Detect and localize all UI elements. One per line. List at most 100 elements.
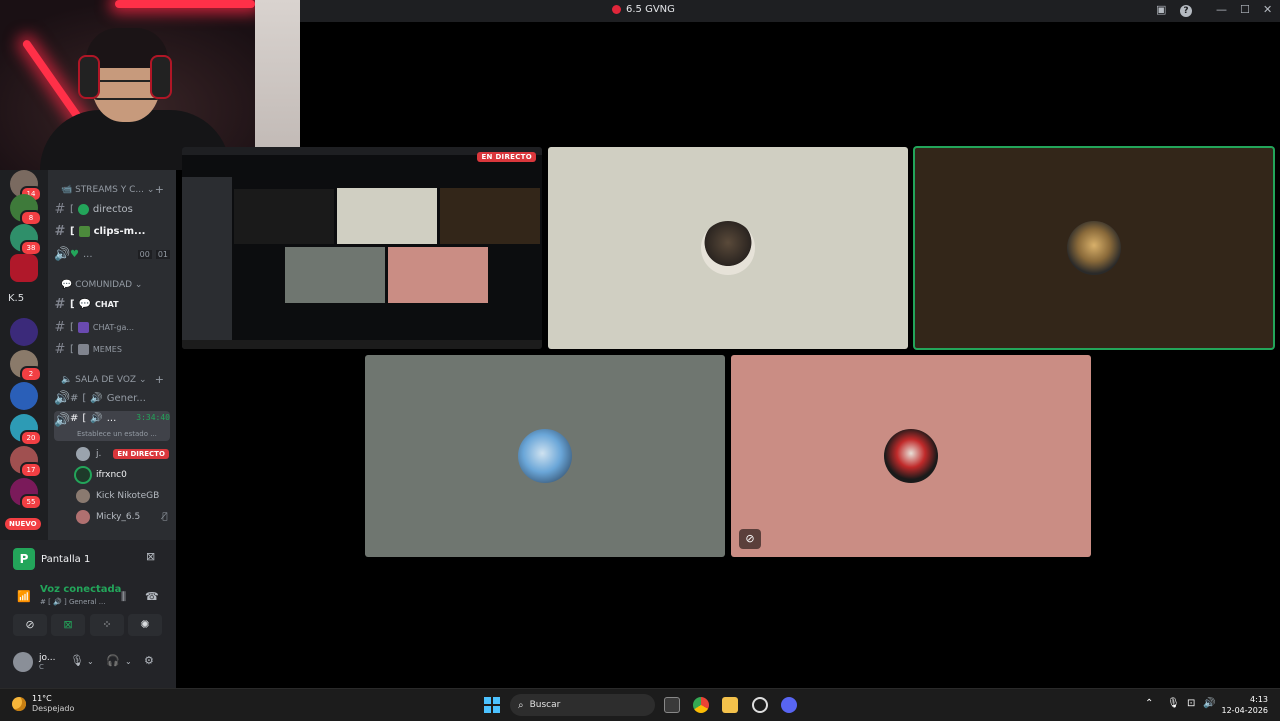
server-icon[interactable] xyxy=(10,318,38,346)
server-icon[interactable] xyxy=(10,382,38,410)
bracket-icon: [ xyxy=(70,298,75,310)
microphone-icon[interactable]: 🎙 xyxy=(70,654,84,667)
server-icon[interactable] xyxy=(10,254,38,282)
server-icon[interactable]: 38 xyxy=(10,224,42,256)
channel-label: directos xyxy=(92,203,133,215)
image-icon xyxy=(78,225,90,237)
search-icon: ⌕ xyxy=(518,699,524,711)
soundboard-button[interactable]: ✺ xyxy=(128,614,162,636)
activities-button[interactable]: ⁘ xyxy=(90,614,124,636)
channel-clips[interactable]: # [ clips-m... xyxy=(54,221,170,241)
voice-user[interactable]: j. EN DIRECTO xyxy=(76,445,169,463)
noise-suppression-icon[interactable]: ⫼ xyxy=(121,590,126,604)
heart-icon: ♥ xyxy=(70,248,79,260)
channel-chat-ga[interactable]: # [ CHAT-ga... xyxy=(54,317,170,337)
disconnect-icon[interactable]: ☎ xyxy=(145,590,159,603)
network-icon[interactable]: ⊡ xyxy=(1187,698,1195,709)
user-status: C xyxy=(39,663,44,671)
clock[interactable]: 4:13 12-04-2026 xyxy=(1222,694,1269,716)
inbox-icon[interactable]: ▣ xyxy=(1156,3,1166,16)
voice-timer: 3:34:40 xyxy=(136,413,170,422)
channel-memes[interactable]: # [ MEMES xyxy=(54,339,170,359)
server-icon[interactable]: 17 xyxy=(10,446,42,478)
avatar xyxy=(1067,221,1121,275)
channel-label: Gener... xyxy=(106,392,146,404)
muted-icon: ⊘ xyxy=(739,529,761,549)
microphone-icon[interactable]: 🎙 xyxy=(1167,698,1180,709)
video-tile[interactable] xyxy=(548,147,908,349)
stream-preview-sidebar xyxy=(182,177,232,349)
screen-share-button[interactable]: ⊠ xyxy=(51,614,85,636)
chevron-down-icon[interactable]: ⌄ xyxy=(125,657,132,666)
chevron-up-icon[interactable]: ⌃ xyxy=(1145,698,1153,709)
voice-channel[interactable]: # [ 🔊 ] General ... xyxy=(40,598,105,606)
user-count: 00 xyxy=(137,249,152,259)
taskbar: 11°C Despejado ⌕ Buscar ⌃ 🎙 ⊡ 🔊 4:13 12-… xyxy=(0,688,1280,721)
category-sala-de-voz[interactable]: 🔈 SALA DE VOZ ⌄ xyxy=(61,375,147,385)
avatar xyxy=(13,652,33,672)
avatar xyxy=(884,429,938,483)
hash-icon: # xyxy=(70,413,79,424)
server-label[interactable]: K.5 xyxy=(8,293,24,304)
muted-icon: 🎙̸ xyxy=(162,512,168,522)
background-door xyxy=(255,0,300,170)
minimize-button[interactable]: — xyxy=(1216,3,1227,16)
voice-user-name: ifrxnc0 xyxy=(96,470,127,480)
voice-status[interactable]: Voz conectada xyxy=(40,584,121,595)
weather-widget[interactable]: 11°C Despejado xyxy=(12,694,74,714)
steam-icon[interactable] xyxy=(752,697,768,713)
hash-icon: # xyxy=(54,201,66,217)
voice-user[interactable]: ifrxnc0 xyxy=(76,466,127,484)
channel-status[interactable]: Establece un estado ... xyxy=(77,430,157,438)
new-badge: NUEVO xyxy=(5,518,41,530)
video-tile[interactable]: ⊘ xyxy=(731,355,1091,557)
category-comunidad[interactable]: 💬 COMUNIDAD ⌄ xyxy=(61,280,142,290)
avatar xyxy=(701,221,755,275)
maximize-button[interactable]: ☐ xyxy=(1240,3,1250,16)
channel-general[interactable]: 🔊 # [ 🔊 Gener... xyxy=(54,388,170,408)
voice-user[interactable]: Micky_6.5 🎙̸ xyxy=(76,508,168,526)
video-tile[interactable] xyxy=(365,355,725,557)
speaker-icon: 🔊 xyxy=(90,413,103,424)
server-icon[interactable]: 55 xyxy=(10,478,42,510)
stream-tile[interactable]: EN DIRECTO xyxy=(182,147,542,349)
video-tile-speaking[interactable] xyxy=(914,147,1274,349)
user-area[interactable]: jo... C xyxy=(13,652,55,672)
task-view-icon[interactable] xyxy=(664,697,680,713)
speaker-icon: 🔊 xyxy=(54,413,71,428)
add-channel-icon[interactable]: + xyxy=(155,183,164,196)
headphones-icon[interactable]: 🎧 xyxy=(106,654,120,667)
bracket-icon: [ xyxy=(70,225,75,237)
hash-icon: # xyxy=(54,223,66,239)
channel-directos[interactable]: # [ directos xyxy=(54,199,170,219)
voice-user-name: j. xyxy=(96,449,102,459)
channel-chat[interactable]: # [ 💬 CHAT xyxy=(54,294,170,314)
stream-preview-tile xyxy=(234,189,334,244)
start-button[interactable] xyxy=(484,697,500,713)
discord-icon[interactable] xyxy=(781,697,797,713)
help-icon[interactable]: ? xyxy=(1180,5,1192,17)
camera-off-button[interactable]: ⊘ xyxy=(13,614,47,636)
avatar xyxy=(76,447,90,461)
volume-icon[interactable]: 🔊 xyxy=(1203,698,1215,709)
server-icon[interactable]: 8 xyxy=(10,194,42,226)
signal-icon: 📶 xyxy=(17,590,31,603)
server-icon[interactable]: 20 xyxy=(10,414,42,446)
voice-user[interactable]: Kick NikoteGB xyxy=(76,487,159,505)
search-box[interactable]: ⌕ Buscar xyxy=(510,694,655,716)
gamepad-icon xyxy=(77,321,89,333)
category-streams[interactable]: 📹 STREAMS Y C... ⌄ xyxy=(61,185,154,195)
file-explorer-icon[interactable] xyxy=(722,697,738,713)
stop-stream-icon[interactable]: ⊠ xyxy=(146,550,155,563)
chevron-down-icon[interactable]: ⌄ xyxy=(87,657,94,666)
channel-label: MEMES xyxy=(92,344,122,354)
server-icon[interactable]: 2 xyxy=(10,350,42,382)
close-button[interactable]: ✕ xyxy=(1263,3,1272,16)
chrome-icon[interactable] xyxy=(693,697,709,713)
add-channel-icon[interactable]: + xyxy=(155,373,164,386)
voice-panel: P Pantalla 1 ⊠ 📶 Voz conectada # [ 🔊 ] G… xyxy=(0,540,176,688)
stream-source-label: Pantalla 1 xyxy=(41,553,91,565)
stream-preview-tile xyxy=(337,188,437,244)
channel-voice-1[interactable]: 🔊 ♥ ... 00 01 xyxy=(54,244,170,264)
settings-gear-icon[interactable]: ⚙ xyxy=(144,654,154,667)
